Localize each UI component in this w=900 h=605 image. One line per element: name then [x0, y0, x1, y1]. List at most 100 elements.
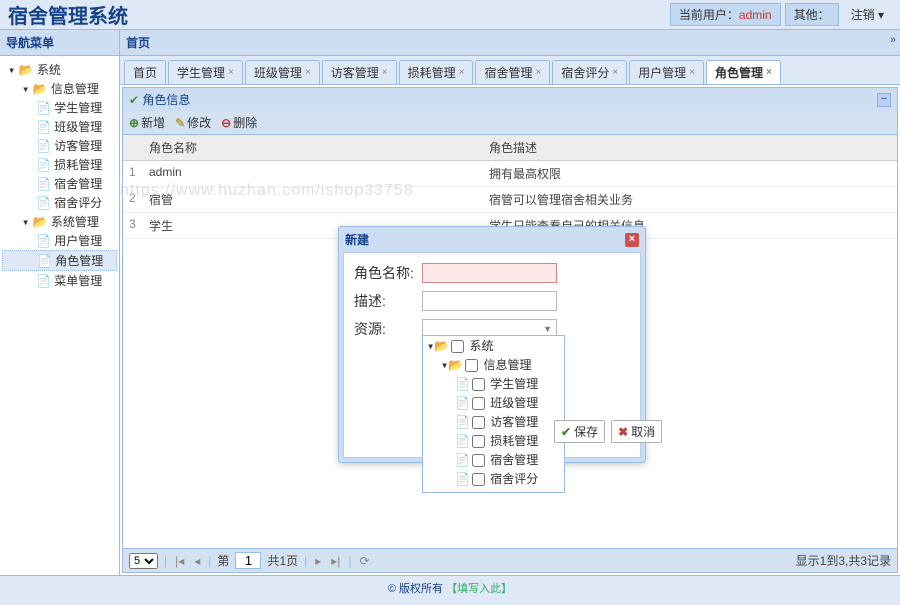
tab[interactable]: 学生管理×	[168, 60, 243, 84]
page-icon: 📄	[36, 101, 51, 115]
resource-checkbox[interactable]	[451, 340, 464, 353]
tab[interactable]: 宿舍评分×	[552, 60, 627, 84]
nav-item[interactable]: 📄 角色管理	[2, 250, 117, 271]
nav-item[interactable]: 📄 班级管理	[2, 117, 117, 136]
folder-icon: 📂	[448, 358, 463, 372]
page-input[interactable]	[235, 552, 261, 569]
check-icon: ✔	[561, 425, 571, 439]
close-icon[interactable]: ×	[625, 233, 639, 247]
dialog-header[interactable]: 新建 ×	[339, 227, 645, 252]
nav-item[interactable]: 📄 宿舍管理	[2, 174, 117, 193]
add-button[interactable]: ⊕新增	[129, 114, 165, 131]
tab[interactable]: 访客管理×	[322, 60, 397, 84]
resource-item[interactable]: 📄 班级管理	[423, 393, 564, 412]
collapse-right-icon[interactable]: »	[890, 34, 894, 51]
page-icon: 📄	[36, 234, 51, 248]
logout-button[interactable]: 注销 ▾	[843, 4, 892, 25]
tab-close-icon[interactable]: ×	[382, 67, 388, 78]
resource-checkbox[interactable]	[472, 454, 485, 467]
tab[interactable]: 损耗管理×	[399, 60, 474, 84]
page-icon: 📄	[455, 472, 470, 486]
input-desc[interactable]	[422, 291, 557, 311]
footer-link[interactable]: 【填写入此】	[446, 583, 512, 595]
page-icon: 📄	[36, 177, 51, 191]
tab[interactable]: 首页	[124, 60, 166, 84]
content-title: 首页	[126, 34, 150, 51]
content-header: 首页 »	[120, 30, 900, 56]
resource-checkbox[interactable]	[472, 416, 485, 429]
pager: 5 | |◂ ◂ | 第 共1页 | ▸ ▸| | ⟳ 显示1到3,共3记录	[123, 548, 897, 572]
footer: © 版权所有 【填写入此】	[0, 575, 900, 600]
resource-checkbox[interactable]	[472, 378, 485, 391]
edit-button[interactable]: ✎修改	[175, 114, 211, 131]
tab-close-icon[interactable]: ×	[228, 67, 234, 78]
resource-item[interactable]: ▾📂 系统管理	[423, 488, 564, 493]
table-row[interactable]: 1admin拥有最高权限	[123, 161, 897, 187]
tab-close-icon[interactable]: ×	[535, 67, 541, 78]
refresh-icon[interactable]: ⟳	[358, 554, 372, 568]
nav-item[interactable]: 📄 菜单管理	[2, 271, 117, 290]
nav-item[interactable]: ▾ 📂 信息管理	[2, 79, 117, 98]
current-user-box: 当前用户：admin	[670, 3, 781, 26]
resource-item[interactable]: 📄 宿舍评分	[423, 469, 564, 488]
page-icon: 📄	[36, 120, 51, 134]
tab-close-icon[interactable]: ×	[612, 67, 618, 78]
resource-checkbox[interactable]	[472, 397, 485, 410]
nav-item[interactable]: 📄 学生管理	[2, 98, 117, 117]
resource-checkbox[interactable]	[472, 435, 485, 448]
label-desc: 描述:	[354, 291, 422, 311]
tab[interactable]: 用户管理×	[629, 60, 704, 84]
next-page-icon[interactable]: ▸	[313, 554, 323, 568]
first-page-icon[interactable]: |◂	[173, 554, 186, 568]
folder-icon: 📂	[33, 215, 48, 229]
resource-item[interactable]: 📄 损耗管理	[423, 431, 564, 450]
page-icon: 📄	[455, 377, 470, 391]
resource-item[interactable]: ▾📂 信息管理	[423, 355, 564, 374]
nav-item[interactable]: ▾ 📂 系统	[2, 60, 117, 79]
resource-item[interactable]: ▾📂 系统	[423, 336, 564, 355]
panel-header: ✔ 角色信息 –	[123, 88, 897, 111]
last-page-icon[interactable]: ▸|	[329, 554, 342, 568]
cancel-button[interactable]: ✖取消	[611, 420, 662, 443]
minimize-icon[interactable]: –	[877, 93, 891, 107]
page-icon: 📄	[455, 453, 470, 467]
col-role-name[interactable]: 角色名称	[129, 139, 489, 156]
tab-close-icon[interactable]: ×	[459, 67, 465, 78]
input-role-name[interactable]	[422, 263, 557, 283]
resource-checkbox[interactable]	[465, 492, 478, 493]
delete-button[interactable]: ⊖删除	[221, 114, 257, 131]
resource-item[interactable]: 📄 访客管理	[423, 412, 564, 431]
prev-page-icon[interactable]: ◂	[192, 554, 202, 568]
tab-close-icon[interactable]: ×	[305, 67, 311, 78]
col-role-desc[interactable]: 角色描述	[489, 139, 537, 156]
resource-checkbox[interactable]	[465, 359, 478, 372]
resource-checkbox[interactable]	[472, 473, 485, 486]
tab-close-icon[interactable]: ×	[689, 67, 695, 78]
nav-item[interactable]: 📄 宿舍评分	[2, 193, 117, 212]
page-icon: 📄	[36, 274, 51, 288]
nav-item[interactable]: ▾ 📂 系统管理	[2, 212, 117, 231]
nav-item[interactable]: 📄 用户管理	[2, 231, 117, 250]
page-icon: 📄	[455, 396, 470, 410]
page-size-select[interactable]: 5	[129, 553, 158, 569]
resource-item[interactable]: 📄 学生管理	[423, 374, 564, 393]
label-resource: 资源:	[354, 319, 422, 339]
nav-tree: ▾ 📂 系统▾ 📂 信息管理📄 学生管理📄 班级管理📄 访客管理📄 损耗管理📄 …	[0, 56, 119, 294]
resource-item[interactable]: 📄 宿舍管理	[423, 450, 564, 469]
tab[interactable]: 班级管理×	[245, 60, 320, 84]
nav-item[interactable]: 📄 访客管理	[2, 136, 117, 155]
save-button[interactable]: ✔保存	[554, 420, 605, 443]
chevron-down-icon: ▾	[878, 8, 884, 22]
sidebar-title: 导航菜单	[0, 30, 119, 56]
resource-dropdown[interactable]: ▾📂 系统▾📂 信息管理📄 学生管理📄 班级管理📄 访客管理📄 损耗管理📄 宿舍…	[422, 335, 565, 493]
toolbar: ⊕新增 ✎修改 ⊖删除	[123, 111, 897, 135]
tab[interactable]: 角色管理×	[706, 60, 781, 84]
page-icon: 📄	[455, 415, 470, 429]
tab[interactable]: 宿舍管理×	[475, 60, 550, 84]
panel-title: 角色信息	[142, 93, 190, 107]
nav-item[interactable]: 📄 损耗管理	[2, 155, 117, 174]
dialog-title: 新建	[345, 231, 369, 248]
tab-bar: 首页学生管理×班级管理×访客管理×损耗管理×宿舍管理×宿舍评分×用户管理×角色管…	[120, 56, 900, 85]
table-row[interactable]: 2宿管宿管可以管理宿舍相关业务	[123, 187, 897, 213]
tab-close-icon[interactable]: ×	[766, 67, 772, 78]
